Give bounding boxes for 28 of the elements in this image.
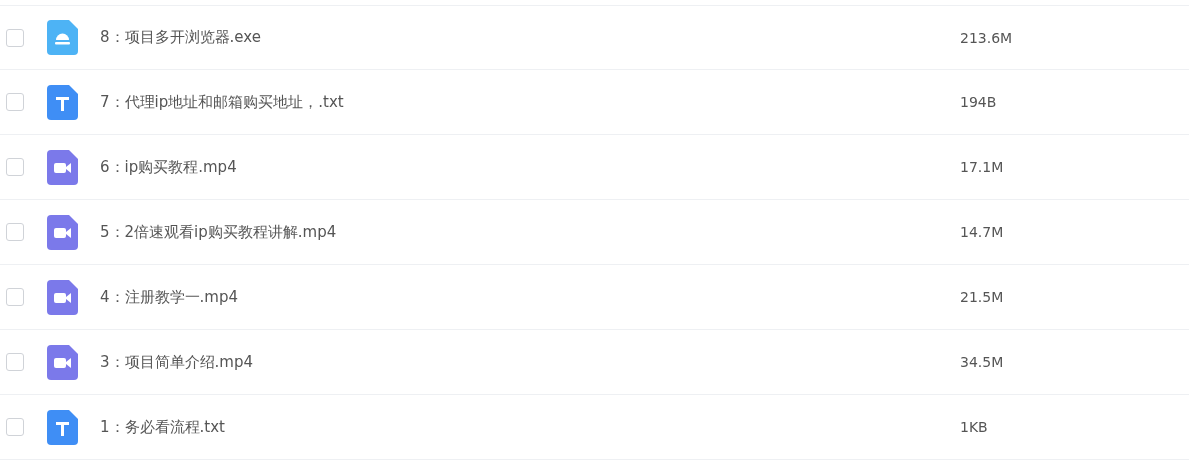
- file-size: 17.1M: [960, 159, 1004, 175]
- checkbox[interactable]: [6, 28, 24, 47]
- file-name[interactable]: 4：注册教学一.mp4: [100, 287, 960, 307]
- file-name[interactable]: 8：项目多开浏览器.exe: [100, 28, 960, 47]
- installer-file-icon: [47, 20, 78, 55]
- file-name[interactable]: 6：ip购买教程.mp4: [100, 157, 960, 177]
- checkbox[interactable]: [6, 418, 24, 436]
- video-file-icon: [47, 279, 78, 315]
- file-size: 21.5M: [960, 289, 1004, 305]
- file-name[interactable]: 7：代理ip地址和邮箱购买地址，.txt: [100, 92, 960, 112]
- file-size: 34.5M: [960, 354, 1004, 370]
- text-file-icon: [47, 84, 78, 120]
- text-file-icon: [47, 409, 78, 445]
- file-name[interactable]: 1：务必看流程.txt: [100, 417, 960, 437]
- file-name[interactable]: 5：2倍速观看ip购买教程讲解.mp4: [100, 222, 960, 242]
- checkbox[interactable]: [6, 353, 24, 371]
- checkbox[interactable]: [6, 158, 24, 176]
- video-file-icon: [47, 214, 78, 250]
- checkbox[interactable]: [6, 223, 24, 241]
- video-file-icon: [47, 149, 78, 185]
- checkbox[interactable]: [6, 288, 24, 306]
- video-file-icon: [47, 344, 78, 380]
- file-size: 213.6M: [960, 29, 1013, 46]
- file-size: 1KB: [960, 419, 988, 435]
- checkbox[interactable]: [6, 93, 24, 111]
- file-size: 194B: [960, 94, 997, 110]
- file-name[interactable]: 3：项目简单介绍.mp4: [100, 352, 960, 372]
- file-size: 14.7M: [960, 224, 1004, 240]
